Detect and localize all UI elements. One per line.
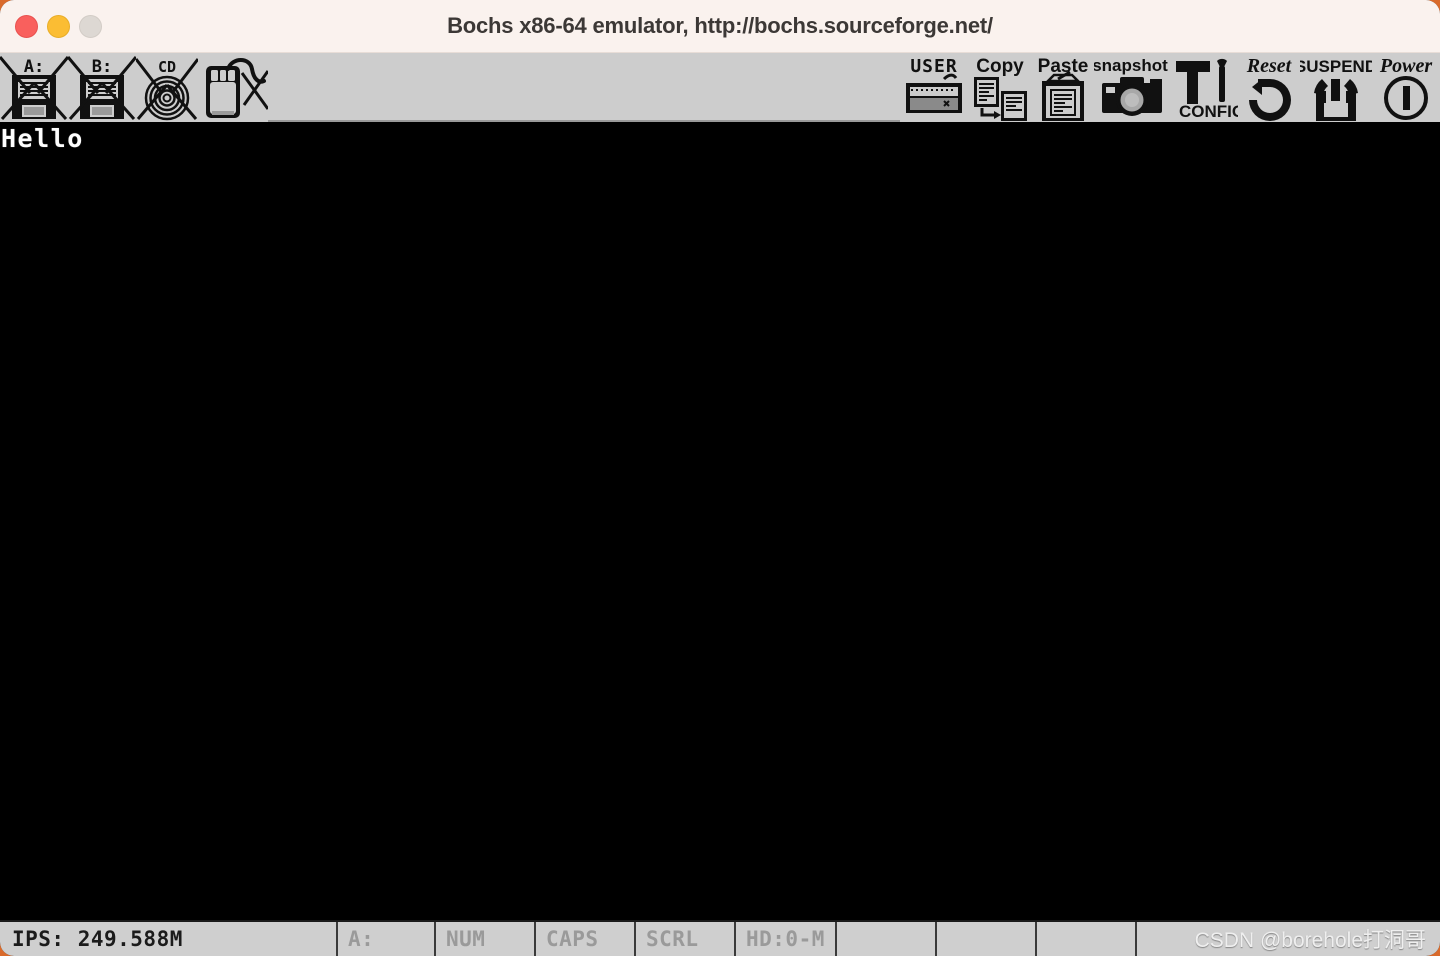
blank-cell-4 xyxy=(1137,922,1440,956)
keyboard-icon: USER xyxy=(900,53,968,122)
num-lock-indicator[interactable]: NUM xyxy=(436,922,536,956)
window-controls xyxy=(15,0,102,52)
toolbar-button-floppy-b[interactable]: B: xyxy=(68,53,136,122)
svg-text:A:: A: xyxy=(24,57,44,77)
toolbar-button-paste[interactable]: Paste xyxy=(1032,53,1094,122)
svg-text:CONFIG: CONFIG xyxy=(1179,102,1238,121)
toolbar-button-mouse[interactable] xyxy=(198,53,268,122)
camera-icon: snapshot xyxy=(1094,53,1172,122)
toolbar-media-group: A: B: CD xyxy=(0,53,268,122)
emulator-window: Bochs x86-64 emulator, http://bochs.sour… xyxy=(0,0,1440,956)
drive-indicator[interactable]: A: xyxy=(338,922,436,956)
vga-screen[interactable]: Hello xyxy=(0,122,1440,920)
toolbar-button-suspend[interactable]: SUSPEND xyxy=(1300,53,1372,122)
copy-icon: Copy xyxy=(968,53,1032,122)
toolbar-action-group: USER Copy Paste snapshot CONFI Reset SUS… xyxy=(900,53,1440,122)
blank-cell-2 xyxy=(937,922,1037,956)
scroll-lock-indicator[interactable]: SCRL xyxy=(636,922,736,956)
bochs-statusbar: IPS: 249.588M A: NUM CAPS SCRL HD:0-M CS… xyxy=(0,920,1440,956)
blank-cell-1 xyxy=(837,922,937,956)
window-titlebar: Bochs x86-64 emulator, http://bochs.sour… xyxy=(0,0,1440,53)
tools-icon: CONFIG xyxy=(1172,53,1238,122)
svg-text:B:: B: xyxy=(92,57,112,77)
toolbar-button-config[interactable]: CONFIG xyxy=(1172,53,1238,122)
power-icon: Power xyxy=(1372,53,1440,122)
toolbar-button-reset[interactable]: Reset xyxy=(1238,53,1300,122)
hd-indicator[interactable]: HD:0-M xyxy=(736,922,837,956)
close-button[interactable] xyxy=(15,14,38,38)
mouse-icon xyxy=(198,53,268,122)
toolbar-button-power[interactable]: Power xyxy=(1372,53,1440,122)
caps-lock-indicator[interactable]: CAPS xyxy=(536,922,636,956)
console-output: Hello xyxy=(1,124,84,153)
cdrom-icon: CD xyxy=(136,53,198,122)
ips-counter: IPS: 249.588M xyxy=(0,922,338,956)
blank-cell-3 xyxy=(1037,922,1137,956)
svg-text:SUSPEND: SUSPEND xyxy=(1300,57,1372,76)
maximize-button[interactable] xyxy=(79,14,102,38)
toolbar-button-floppy-a[interactable]: A: xyxy=(0,53,68,122)
page-title: Bochs x86-64 emulator, http://bochs.sour… xyxy=(447,13,993,38)
toolbar-button-cdrom[interactable]: CD xyxy=(136,53,198,122)
svg-text:CD: CD xyxy=(158,58,176,76)
toolbar-button-user[interactable]: USER xyxy=(900,53,968,122)
suspend-icon: SUSPEND xyxy=(1300,53,1372,122)
toolbar-button-copy[interactable]: Copy xyxy=(968,53,1032,122)
svg-text:snapshot: snapshot xyxy=(1094,56,1168,75)
clipboard-icon: Paste xyxy=(1032,53,1094,122)
floppy-icon: B: xyxy=(68,53,136,122)
svg-text:Power: Power xyxy=(1379,55,1432,77)
minimize-button[interactable] xyxy=(47,14,70,38)
svg-text:Copy: Copy xyxy=(976,56,1024,77)
svg-text:Reset: Reset xyxy=(1246,55,1293,77)
toolbar-button-snapshot[interactable]: snapshot xyxy=(1094,53,1172,122)
reset-arrow-icon: Reset xyxy=(1238,53,1300,122)
bochs-toolbar: A: B: CD USER Copy Paste snapshot CONFI … xyxy=(0,53,1440,122)
floppy-icon: A: xyxy=(0,53,68,122)
